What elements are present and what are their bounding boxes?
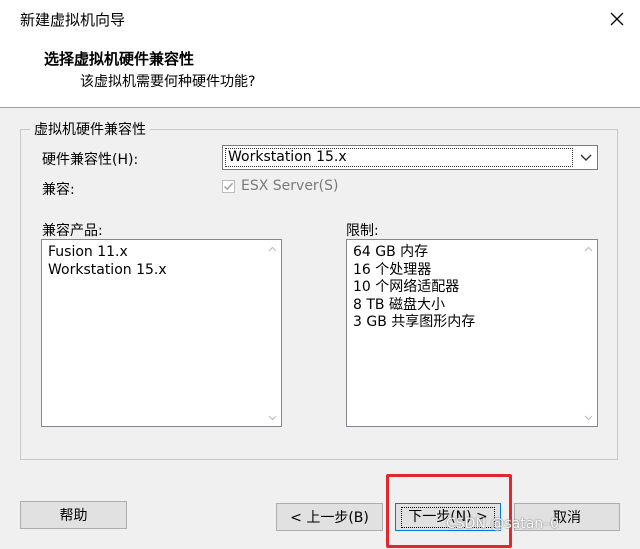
esx-server-label: ESX Server(S): [241, 178, 339, 194]
hw-compat-select[interactable]: Workstation 15.x: [222, 145, 598, 170]
list-item: Fusion 11.x: [48, 244, 128, 260]
page-subtitle: 该虚拟机需要何种硬件功能?: [80, 74, 256, 90]
window-title: 新建虚拟机向导: [20, 11, 126, 29]
list-item: 3 GB 共享图形内存: [353, 314, 476, 330]
chevron-up-icon: [268, 246, 277, 251]
products-scrollbar[interactable]: [264, 240, 281, 426]
scroll-up-button[interactable]: [580, 240, 597, 257]
chevron-down-icon: [584, 415, 593, 420]
products-label: 兼容产品:: [42, 223, 103, 239]
chevron-down-icon: [268, 415, 277, 420]
page-title: 选择虚拟机硬件兼容性: [44, 50, 195, 68]
scroll-up-button[interactable]: [264, 240, 281, 257]
next-button-highlight: [386, 474, 512, 548]
list-item: 10 个网络适配器: [353, 279, 460, 295]
title-bar: 新建虚拟机向导: [0, 0, 640, 38]
checkbox-box[interactable]: [222, 179, 235, 193]
limits-label: 限制:: [346, 223, 379, 239]
back-button[interactable]: < 上一步(B): [276, 503, 383, 531]
checkmark-icon: [223, 182, 234, 190]
list-item: 8 TB 磁盘大小: [353, 296, 445, 313]
list-item: 64 GB 内存: [353, 244, 429, 260]
close-button[interactable]: [594, 0, 640, 38]
scroll-down-button[interactable]: [264, 409, 281, 426]
chevron-up-icon: [584, 246, 593, 251]
esx-server-checkbox[interactable]: ESX Server(S): [222, 178, 339, 194]
compat-label: 兼容:: [42, 182, 75, 198]
chevron-down-icon: [580, 154, 592, 161]
help-button[interactable]: 帮助: [20, 501, 127, 529]
dropdown-button[interactable]: [575, 146, 597, 169]
close-icon: [610, 12, 624, 26]
list-item: Workstation 15.x: [48, 261, 167, 278]
watermark: CSDN @satan–0: [446, 516, 560, 532]
group-legend: 虚拟机硬件兼容性: [30, 119, 150, 139]
hw-compat-label: 硬件兼容性(H):: [42, 152, 139, 168]
products-list[interactable]: Fusion 11.x Workstation 15.x: [41, 239, 282, 427]
list-item: 16 个处理器: [353, 261, 432, 278]
scroll-down-button[interactable]: [580, 409, 597, 426]
hw-compat-value: Workstation 15.x: [225, 148, 573, 167]
wizard-header: 选择虚拟机硬件兼容性 该虚拟机需要何种硬件功能?: [0, 38, 640, 108]
limits-scrollbar[interactable]: [580, 240, 597, 426]
limits-list[interactable]: 64 GB 内存 16 个处理器 10 个网络适配器 8 TB 磁盘大小 3 G…: [346, 239, 598, 427]
